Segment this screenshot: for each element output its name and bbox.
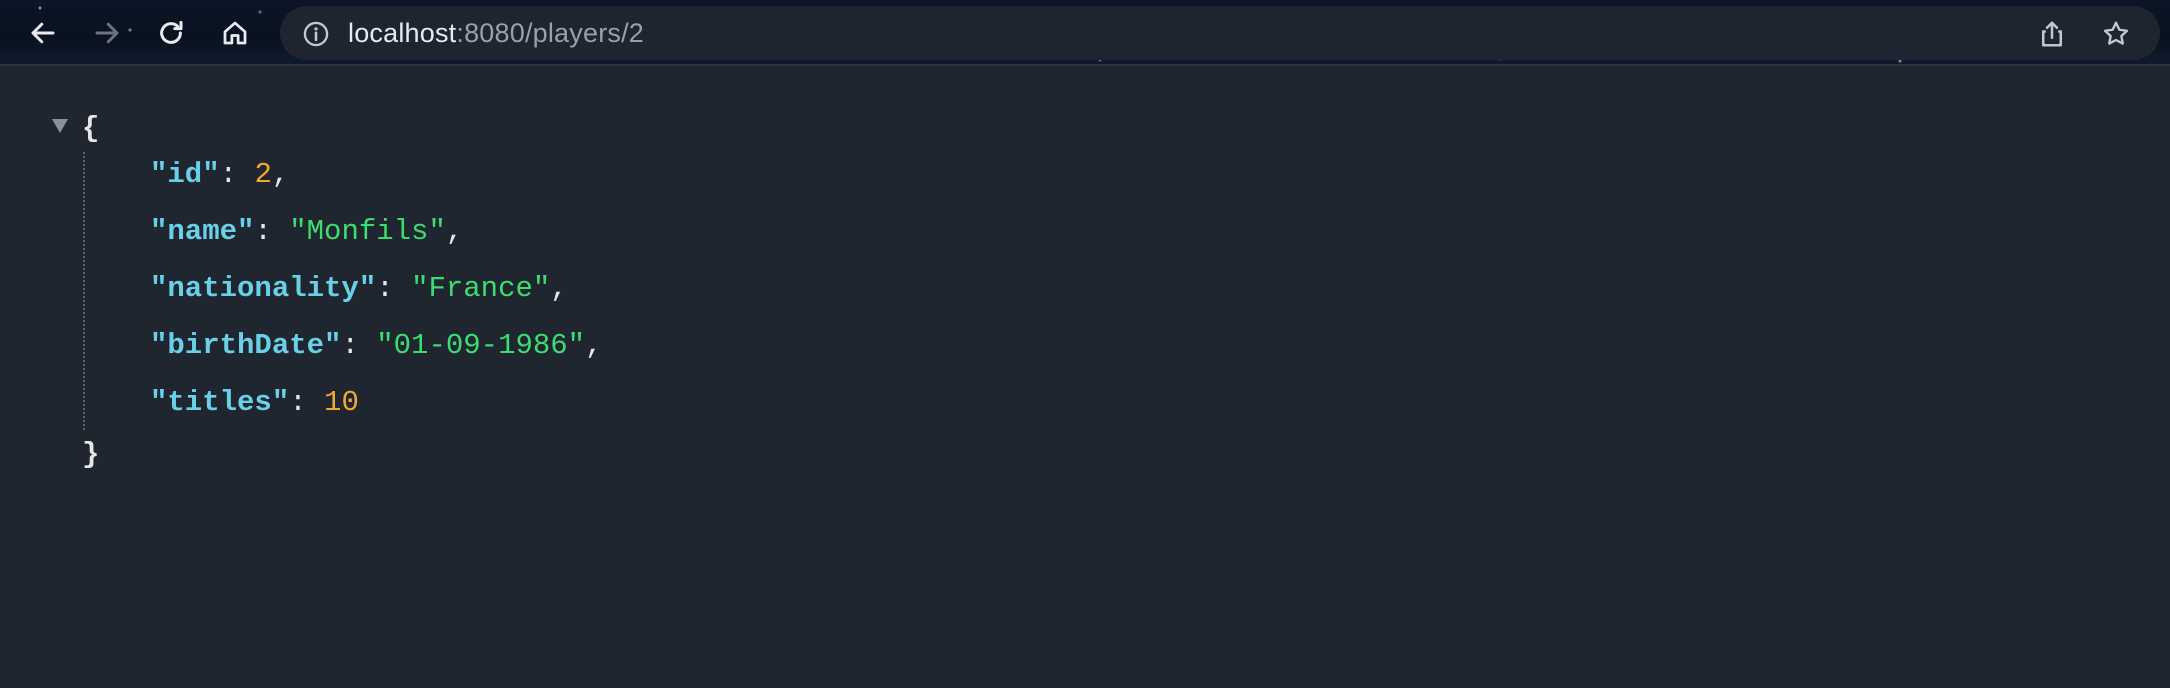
- arrow-right-icon: [95, 22, 119, 44]
- indent-guide: [83, 152, 85, 430]
- arrow-left-icon: [31, 22, 55, 44]
- reload-button[interactable]: [150, 12, 192, 54]
- json-row-id: "id": 2,: [150, 158, 290, 191]
- json-comma: ,: [271, 158, 290, 191]
- share-button[interactable]: [2036, 18, 2068, 50]
- forward-button[interactable]: [86, 12, 128, 54]
- json-value: "France": [411, 272, 551, 305]
- json-key: "name": [150, 215, 255, 248]
- url-path: :8080/players/2: [456, 18, 644, 48]
- share-icon: [2042, 21, 2062, 47]
- url-host: localhost: [348, 18, 457, 48]
- bookmark-button[interactable]: [2100, 18, 2132, 50]
- json-value: "01-09-1986": [376, 329, 586, 362]
- back-button[interactable]: [22, 12, 64, 54]
- star-icon: [2103, 21, 2129, 45]
- json-row-titles: "titles": 10: [150, 386, 359, 419]
- json-comma: ,: [585, 329, 603, 362]
- json-key: "titles": [150, 386, 290, 419]
- json-value: 2: [254, 158, 272, 191]
- open-brace: {: [82, 112, 100, 145]
- home-icon: [223, 21, 247, 45]
- browser-toolbar: localhost:8080/players/2: [0, 0, 2170, 66]
- address-bar[interactable]: localhost:8080/players/2: [280, 6, 2160, 60]
- collapse-triangle-icon[interactable]: [50, 116, 70, 136]
- json-comma: ,: [550, 272, 568, 305]
- json-row-name: "name": "Monfils",: [150, 215, 464, 248]
- json-value: 10: [324, 386, 359, 419]
- json-row-nationality: "nationality": "France",: [150, 272, 568, 305]
- home-button[interactable]: [214, 12, 256, 54]
- close-brace: }: [82, 438, 100, 471]
- json-key: "birthDate": [150, 329, 342, 362]
- url-text[interactable]: localhost:8080/players/2: [348, 6, 644, 60]
- json-key: "id": [150, 158, 220, 191]
- json-comma: ,: [445, 215, 464, 248]
- json-viewer: { "id": 2, "name": "Monfils", "nationali…: [0, 68, 2170, 688]
- json-value: "Monfils": [289, 215, 446, 248]
- json-key: "nationality": [150, 272, 377, 305]
- json-row-birthdate: "birthDate": "01-09-1986",: [150, 329, 603, 362]
- info-icon[interactable]: [302, 20, 330, 48]
- reload-icon: [160, 20, 183, 44]
